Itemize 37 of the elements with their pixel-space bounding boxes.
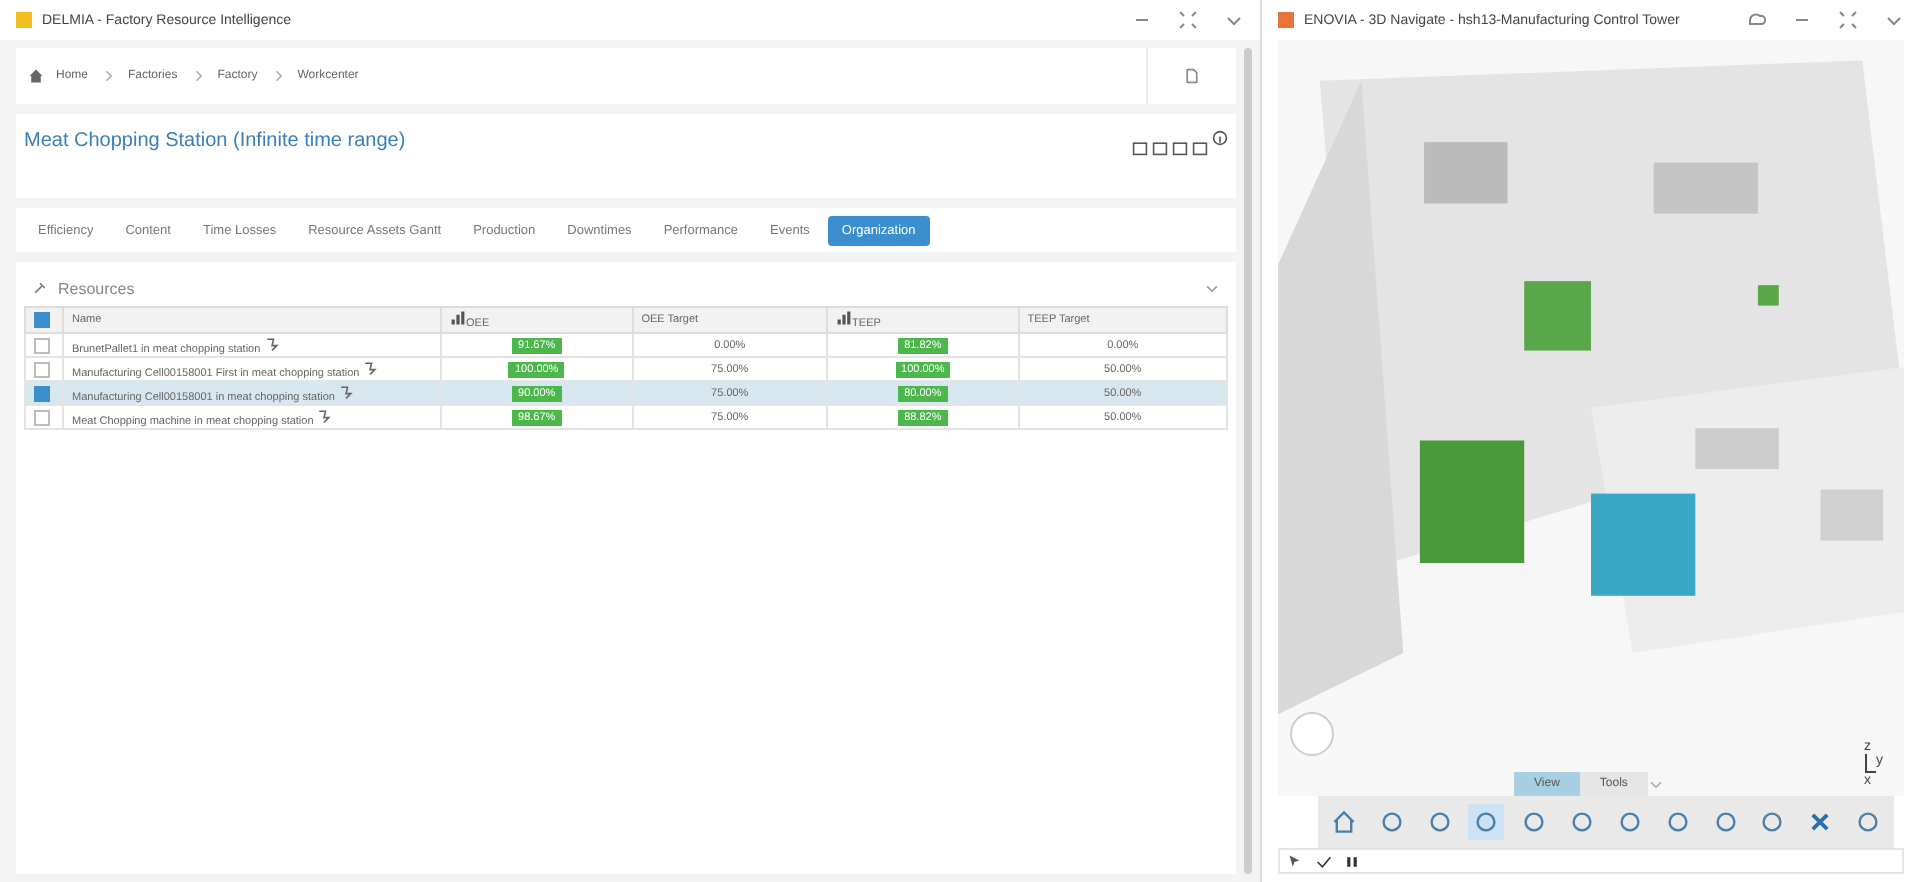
maximize-icon[interactable] [1838, 10, 1858, 30]
maximize-icon[interactable] [1178, 10, 1198, 30]
select-all-checkbox[interactable] [34, 312, 50, 328]
chevron-down-icon [1647, 776, 1664, 792]
circle-icon [1713, 810, 1738, 834]
app-logo-icon [1278, 12, 1294, 28]
row-checkbox[interactable] [34, 361, 50, 377]
check-icon [1316, 853, 1332, 869]
bar-chart-icon [450, 310, 466, 326]
cursor-icon [1288, 853, 1304, 869]
circle-icon [1617, 810, 1642, 834]
section-title: Resources [58, 279, 137, 297]
circle-icon [1760, 810, 1785, 834]
circle-icon [1427, 810, 1452, 834]
axis-drawing [1864, 754, 1876, 774]
pin-icon [32, 280, 48, 296]
row-checkbox[interactable] [34, 409, 50, 425]
circle-icon [1474, 810, 1499, 834]
document-icon [1184, 68, 1200, 84]
circle-icon [1856, 810, 1881, 834]
pause-icon [1344, 853, 1360, 869]
close-icon [1808, 810, 1833, 834]
home-icon [1331, 810, 1356, 834]
circle-icon [1570, 810, 1595, 834]
circle-icon [1522, 810, 1547, 834]
row-checkbox[interactable] [34, 337, 50, 353]
bar-chart-icon [836, 310, 853, 326]
row-checkbox[interactable] [34, 385, 50, 401]
home-icon [28, 68, 44, 84]
cloud-icon[interactable] [1746, 10, 1766, 30]
chevron-down-icon [1204, 280, 1220, 296]
circle-icon [1665, 810, 1690, 834]
info-icon [1212, 130, 1228, 146]
circle-icon [1379, 810, 1404, 834]
page-heading: Meat Chopping Station (Infinite time range) [24, 130, 408, 152]
app-logo-icon [16, 12, 32, 28]
chevron-right-icon [100, 68, 117, 84]
